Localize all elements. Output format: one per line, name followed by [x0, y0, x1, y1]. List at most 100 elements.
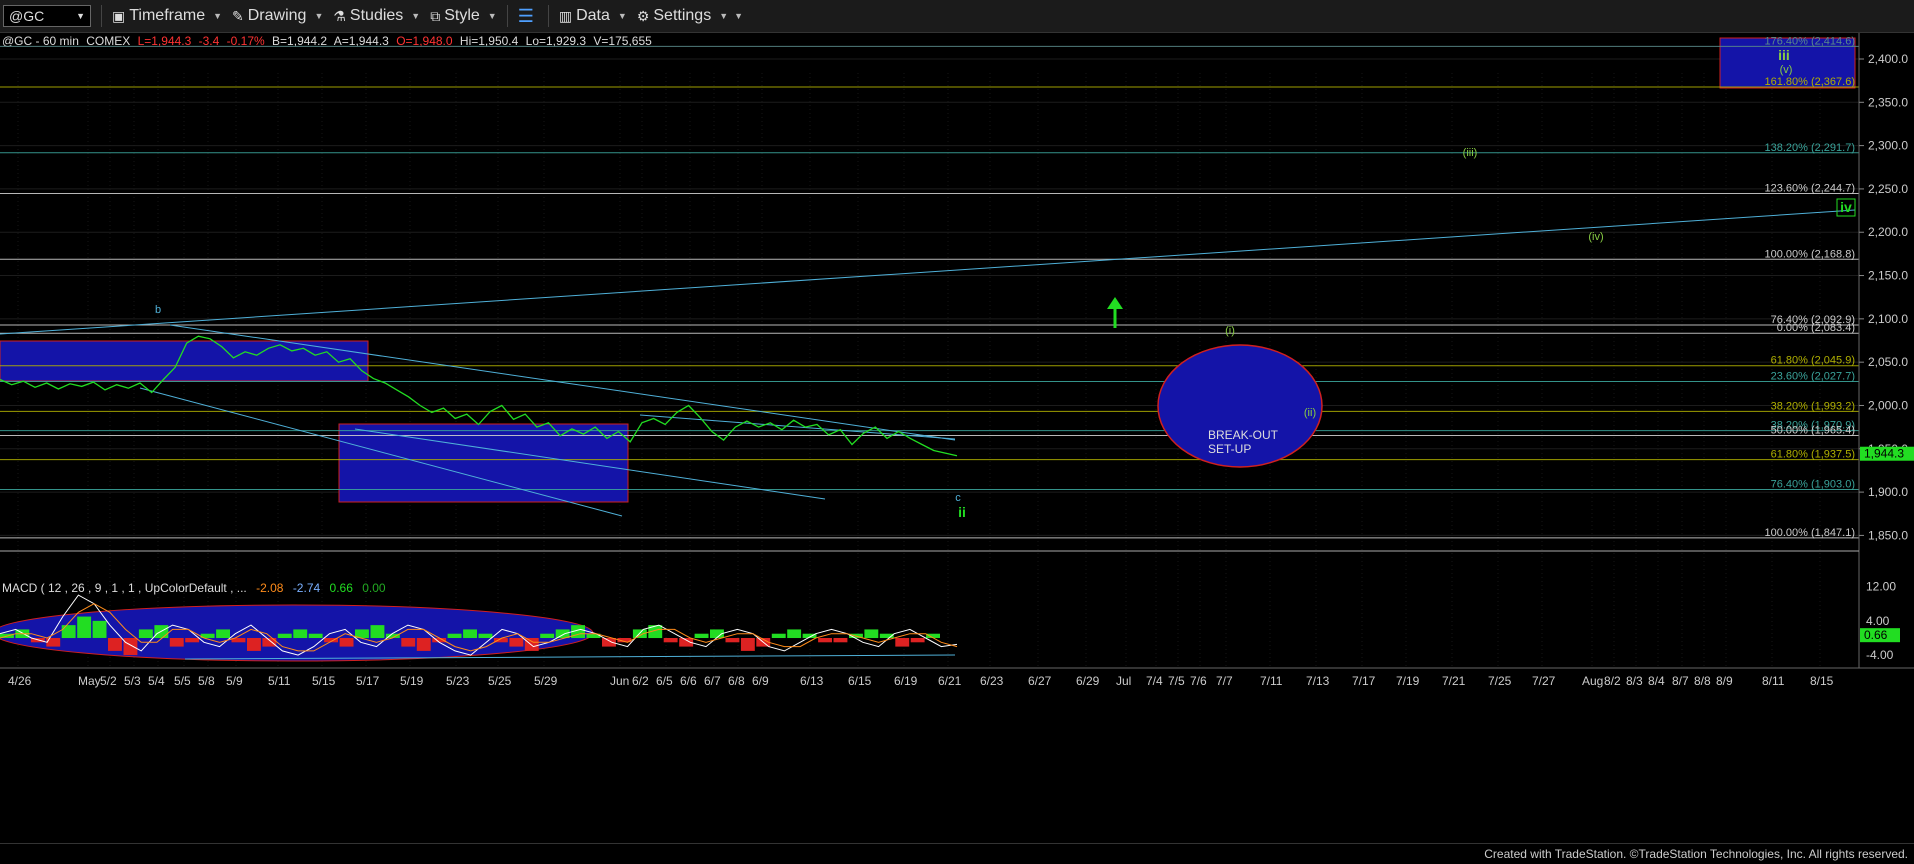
date-tick-label: 5/9: [226, 674, 243, 688]
layout-button[interactable]: ☰: [518, 6, 538, 27]
macd-diff-value: 0.66: [330, 581, 354, 595]
footer: Created with TradeStation. ©TradeStation…: [0, 843, 1914, 864]
date-tick-label: 5/8: [198, 674, 215, 688]
macd-histogram-bar: [540, 633, 555, 639]
consolidation-box[interactable]: [0, 340, 369, 382]
price-chart[interactable]: @GC - 60 min COMEX L=1,944.3 -3.4 -0.17%…: [0, 33, 1914, 843]
macd-histogram-bar: [725, 638, 740, 643]
fib-label: 76.40% (1,903.0): [1771, 478, 1855, 490]
price-tick-label: 2,350.0: [1868, 95, 1908, 109]
fib-label: 138.20% (2,291.7): [1764, 142, 1855, 154]
data-button[interactable]: ▥ Data ▼: [559, 7, 627, 25]
macd-tick-label: -4.00: [1866, 648, 1894, 662]
wave-label: (ii): [1304, 407, 1316, 419]
macd-histogram-bar: [77, 616, 92, 638]
date-tick-label: 8/2: [1604, 674, 1621, 688]
fib-label: 38.20% (1,993.2): [1771, 400, 1855, 412]
macd-histogram-bar: [293, 629, 308, 639]
wave-label: (i): [1225, 325, 1235, 337]
wave-label: iii: [1778, 47, 1790, 63]
date-tick-label: 8/4: [1648, 674, 1665, 688]
bar-chart-icon: ▥: [558, 7, 573, 24]
date-tick-label: Aug: [1582, 674, 1603, 688]
date-tick-label: 7/7: [1216, 674, 1233, 688]
macd-histogram-bar: [478, 633, 493, 639]
macd-tick-label: 4.00: [1866, 614, 1890, 628]
price-tick-label: 2,300.0: [1868, 139, 1908, 153]
date-tick-label: Jul: [1116, 674, 1131, 688]
toolbar-separator: [506, 5, 508, 27]
settings-button[interactable]: ⚙ Settings ▼ ▼: [637, 7, 743, 25]
macd-histogram-bar: [463, 629, 477, 639]
macd-histogram-bar: [833, 638, 848, 643]
date-tick-label: 6/21: [938, 674, 962, 688]
date-tick-label: 5/19: [400, 674, 424, 688]
date-tick-label: 8/11: [1762, 674, 1785, 688]
macd-histogram-bar: [138, 629, 153, 639]
style-button[interactable]: ⧉ Style ▼: [430, 7, 497, 25]
price-tick-label: 2,000.0: [1868, 398, 1908, 412]
date-tick-label: 7/19: [1396, 674, 1420, 688]
macd-histogram-bar: [216, 629, 230, 639]
fib-label: 100.00% (2,168.8): [1764, 248, 1855, 260]
macd-histogram-bar: [740, 638, 755, 651]
toolbar-separator: [547, 5, 549, 27]
layout-icon: ☰: [517, 5, 534, 26]
svg-text:1,944.3: 1,944.3: [1864, 447, 1904, 461]
date-tick-label: 6/7: [704, 674, 721, 688]
macd-histogram-bar: [416, 638, 431, 651]
macd-histogram-bar: [401, 638, 416, 647]
date-tick-label: 8/3: [1626, 674, 1643, 688]
macd-histogram-bar: [92, 620, 107, 638]
calendar-icon: ▣: [112, 7, 126, 24]
date-tick-label: 5/25: [488, 674, 512, 688]
symbol-selector[interactable]: @GC ▼: [3, 5, 91, 27]
studies-button[interactable]: ⚗ Studies ▼: [333, 7, 420, 25]
date-tick-label: 7/25: [1488, 674, 1512, 688]
date-tick-label: 6/15: [848, 674, 872, 688]
date-tick-label: 5/17: [356, 674, 380, 688]
date-tick-label: 7/13: [1306, 674, 1330, 688]
wave-label: (v): [1780, 64, 1793, 76]
date-tick-label: 7/21: [1442, 674, 1466, 688]
chevron-down-icon: ▼: [76, 11, 85, 21]
copyright-text: Created with TradeStation. ©TradeStation…: [1484, 847, 1908, 861]
price-tick-label: 1,900.0: [1868, 485, 1908, 499]
wave-label: iv: [1840, 199, 1852, 215]
toolbar-separator: [101, 5, 102, 27]
macd-histogram-bar: [663, 638, 678, 643]
macd-histogram-bar: [509, 638, 524, 647]
chevron-down-icon: ▼: [213, 11, 223, 21]
macd-histogram-bar: [864, 629, 879, 639]
date-tick-label: 8/7: [1672, 674, 1689, 688]
date-tick-label: 6/2: [632, 674, 649, 688]
wave-label: (iii): [1463, 147, 1478, 159]
price-tick-label: 2,200.0: [1868, 225, 1908, 239]
date-tick-label: 6/29: [1076, 674, 1100, 688]
studies-label: Studies: [349, 7, 404, 24]
date-tick-label: 6/5: [656, 674, 673, 688]
fib-label: 61.80% (1,937.5): [1771, 449, 1855, 461]
date-tick-label: 5/5: [174, 674, 191, 688]
svg-text:0.66: 0.66: [1864, 628, 1888, 642]
date-tick-label: 8/8: [1694, 674, 1711, 688]
date-tick-label: 7/11: [1260, 674, 1283, 688]
macd-histogram-bar: [524, 638, 539, 651]
date-tick-label: 6/13: [800, 674, 824, 688]
date-tick-label: 6/6: [680, 674, 697, 688]
drawing-button[interactable]: ✎ Drawing ▼: [232, 7, 323, 25]
symbol-text: @GC: [9, 8, 45, 24]
macd-histogram-bar: [771, 633, 786, 639]
macd-histogram-bar: [108, 638, 122, 651]
macd-histogram-bar: [895, 638, 910, 647]
fib-label: 161.80% (2,367.6): [1764, 76, 1855, 88]
date-tick-label: 7/17: [1352, 674, 1376, 688]
price-tick-label: 2,250.0: [1868, 182, 1908, 196]
timeframe-button[interactable]: ▣ Timeframe ▼: [112, 7, 222, 25]
chevron-down-icon: ▼: [411, 11, 421, 21]
chevron-down-icon: ▼: [719, 11, 729, 21]
macd-histogram-bar: [308, 633, 323, 639]
macd-histogram-bar: [602, 638, 616, 647]
date-tick-label: 8/15: [1810, 674, 1834, 688]
macd-histogram-bar: [339, 638, 354, 647]
